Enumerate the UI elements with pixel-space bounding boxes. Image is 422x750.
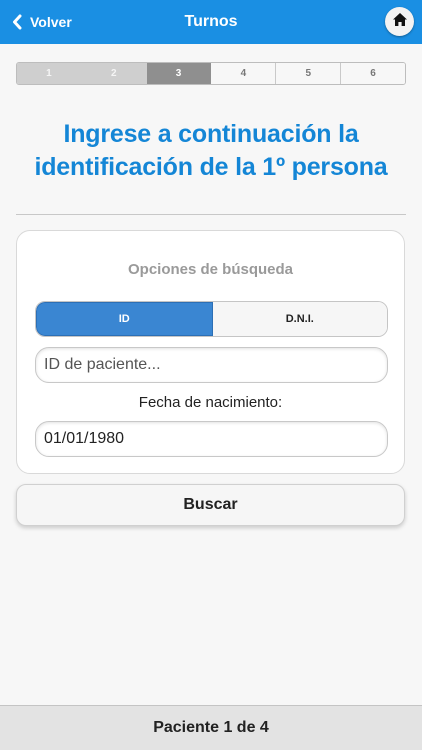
divider — [16, 214, 406, 215]
top-bar: Volver Turnos — [0, 0, 422, 44]
patient-id-input[interactable] — [35, 347, 388, 383]
option-id-button[interactable]: ID — [36, 302, 213, 336]
home-button[interactable] — [385, 7, 414, 36]
search-options-label: Opciones de búsqueda — [127, 261, 294, 278]
birthdate-label: Fecha de nacimiento: — [138, 394, 283, 411]
heading-line-2: identificación de la 1º persona — [34, 153, 388, 181]
back-label: Volver — [30, 14, 72, 30]
chevron-left-icon — [12, 14, 22, 30]
search-type-selector: ID D.N.I. — [35, 301, 388, 337]
step-6: 6 — [341, 63, 405, 84]
search-options-card: Opciones de búsqueda ID D.N.I. Fecha de … — [16, 230, 405, 474]
instruction-heading: Ingrese a continuación la identificación… — [10, 118, 412, 184]
option-dni-button[interactable]: D.N.I. — [212, 302, 387, 336]
heading-line-1: Ingrese a continuación la — [63, 120, 359, 148]
back-button[interactable]: Volver — [12, 0, 72, 44]
step-3: 3 — [146, 63, 212, 84]
step-2: 2 — [81, 63, 147, 84]
step-1: 1 — [17, 63, 82, 84]
home-icon — [392, 12, 408, 32]
step-4: 4 — [211, 63, 277, 84]
footer-status: Paciente 1 de 4 — [0, 705, 422, 750]
birthdate-input[interactable] — [35, 421, 388, 457]
step-indicator: 1 2 3 4 5 6 — [16, 62, 406, 85]
search-button[interactable]: Buscar — [16, 484, 405, 526]
step-5: 5 — [276, 63, 342, 84]
